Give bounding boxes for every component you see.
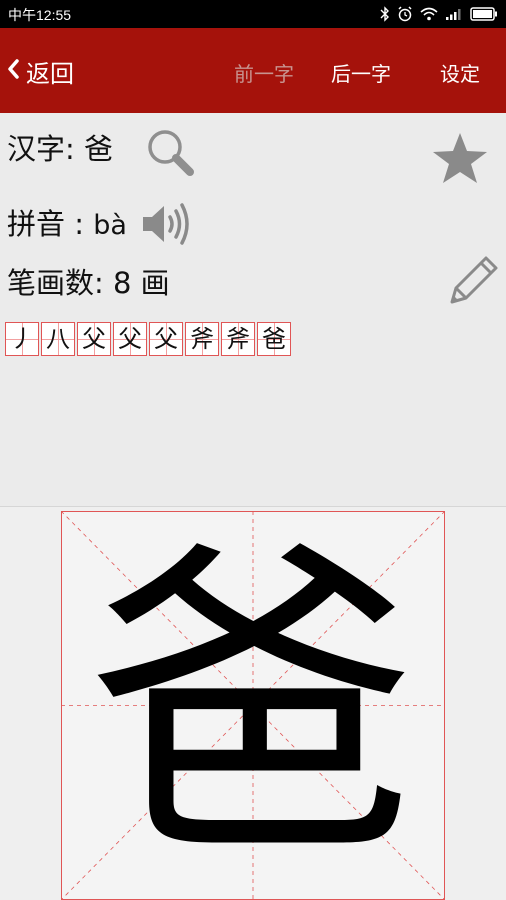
stroke-step-cell[interactable]: 父 [149, 322, 183, 356]
hanzi-label: 汉字: [7, 132, 75, 166]
stroke-step-glyph: 斧 [226, 325, 250, 353]
alarm-icon [397, 6, 413, 22]
next-char-button[interactable]: 后一字 [331, 58, 391, 87]
pencil-icon[interactable] [446, 254, 500, 312]
pinyin-label: 拼音 : [7, 207, 84, 241]
stroke-order-row: 丿八父父父斧斧爸 [5, 322, 291, 356]
wifi-icon [420, 7, 438, 21]
character-info-panel: 汉字: 爸 拼音 : bà 笔画数: 8 画 丿 八 父 父 父 斧 斧 爸 [0, 113, 506, 506]
stroke-step-glyph: 丿 [10, 325, 34, 353]
stroke-step-glyph: 父 [118, 325, 142, 353]
large-character: 爸 [88, 513, 418, 898]
battery-icon [470, 7, 498, 21]
back-label: 返回 [26, 59, 74, 88]
prev-char-button[interactable]: 前一字 [234, 58, 294, 87]
chevron-left-icon [6, 58, 20, 84]
signal-icon [445, 7, 463, 21]
star-icon[interactable] [431, 131, 489, 189]
stroke-step-glyph: 父 [154, 325, 178, 353]
status-time: 中午12:55 [8, 7, 72, 23]
pinyin-row: 拼音 : bà [7, 201, 127, 243]
stroke-step-cell[interactable]: 斧 [185, 322, 219, 356]
stroke-step-cell[interactable]: 父 [113, 322, 147, 356]
hanzi-row: 汉字: 爸 [7, 126, 113, 168]
stroke-step-cell[interactable]: 八 [41, 322, 75, 356]
app-bar: 返回 前一字 后一字 设定 [0, 28, 506, 113]
back-button[interactable]: 返回 [6, 53, 74, 89]
stroke-step-cell[interactable]: 爸 [257, 322, 291, 356]
stroke-step-glyph: 爸 [262, 325, 286, 353]
settings-button[interactable]: 设定 [440, 58, 480, 87]
stroke-count-unit: 画 [140, 266, 170, 300]
bluetooth-icon [380, 6, 390, 22]
search-icon[interactable] [144, 126, 196, 182]
stroke-step-glyph: 八 [46, 325, 70, 353]
writing-canvas[interactable]: 爸 [0, 507, 506, 900]
hanzi-value: 爸 [84, 132, 114, 166]
speaker-icon[interactable] [140, 201, 192, 251]
stroke-step-cell[interactable]: 丿 [5, 322, 39, 356]
stroke-step-cell[interactable]: 父 [77, 322, 111, 356]
stroke-count-label: 笔画数: [7, 266, 104, 300]
stroke-step-cell[interactable]: 斧 [221, 322, 255, 356]
status-bar: 中午12:55 [0, 0, 506, 28]
status-icons [380, 4, 498, 24]
stroke-count-row: 笔画数: 8 画 [7, 260, 170, 302]
pinyin-value: bà [93, 210, 127, 241]
stroke-step-glyph: 父 [82, 325, 106, 353]
stroke-step-glyph: 斧 [190, 325, 214, 353]
stroke-count-value: 8 [113, 266, 132, 300]
